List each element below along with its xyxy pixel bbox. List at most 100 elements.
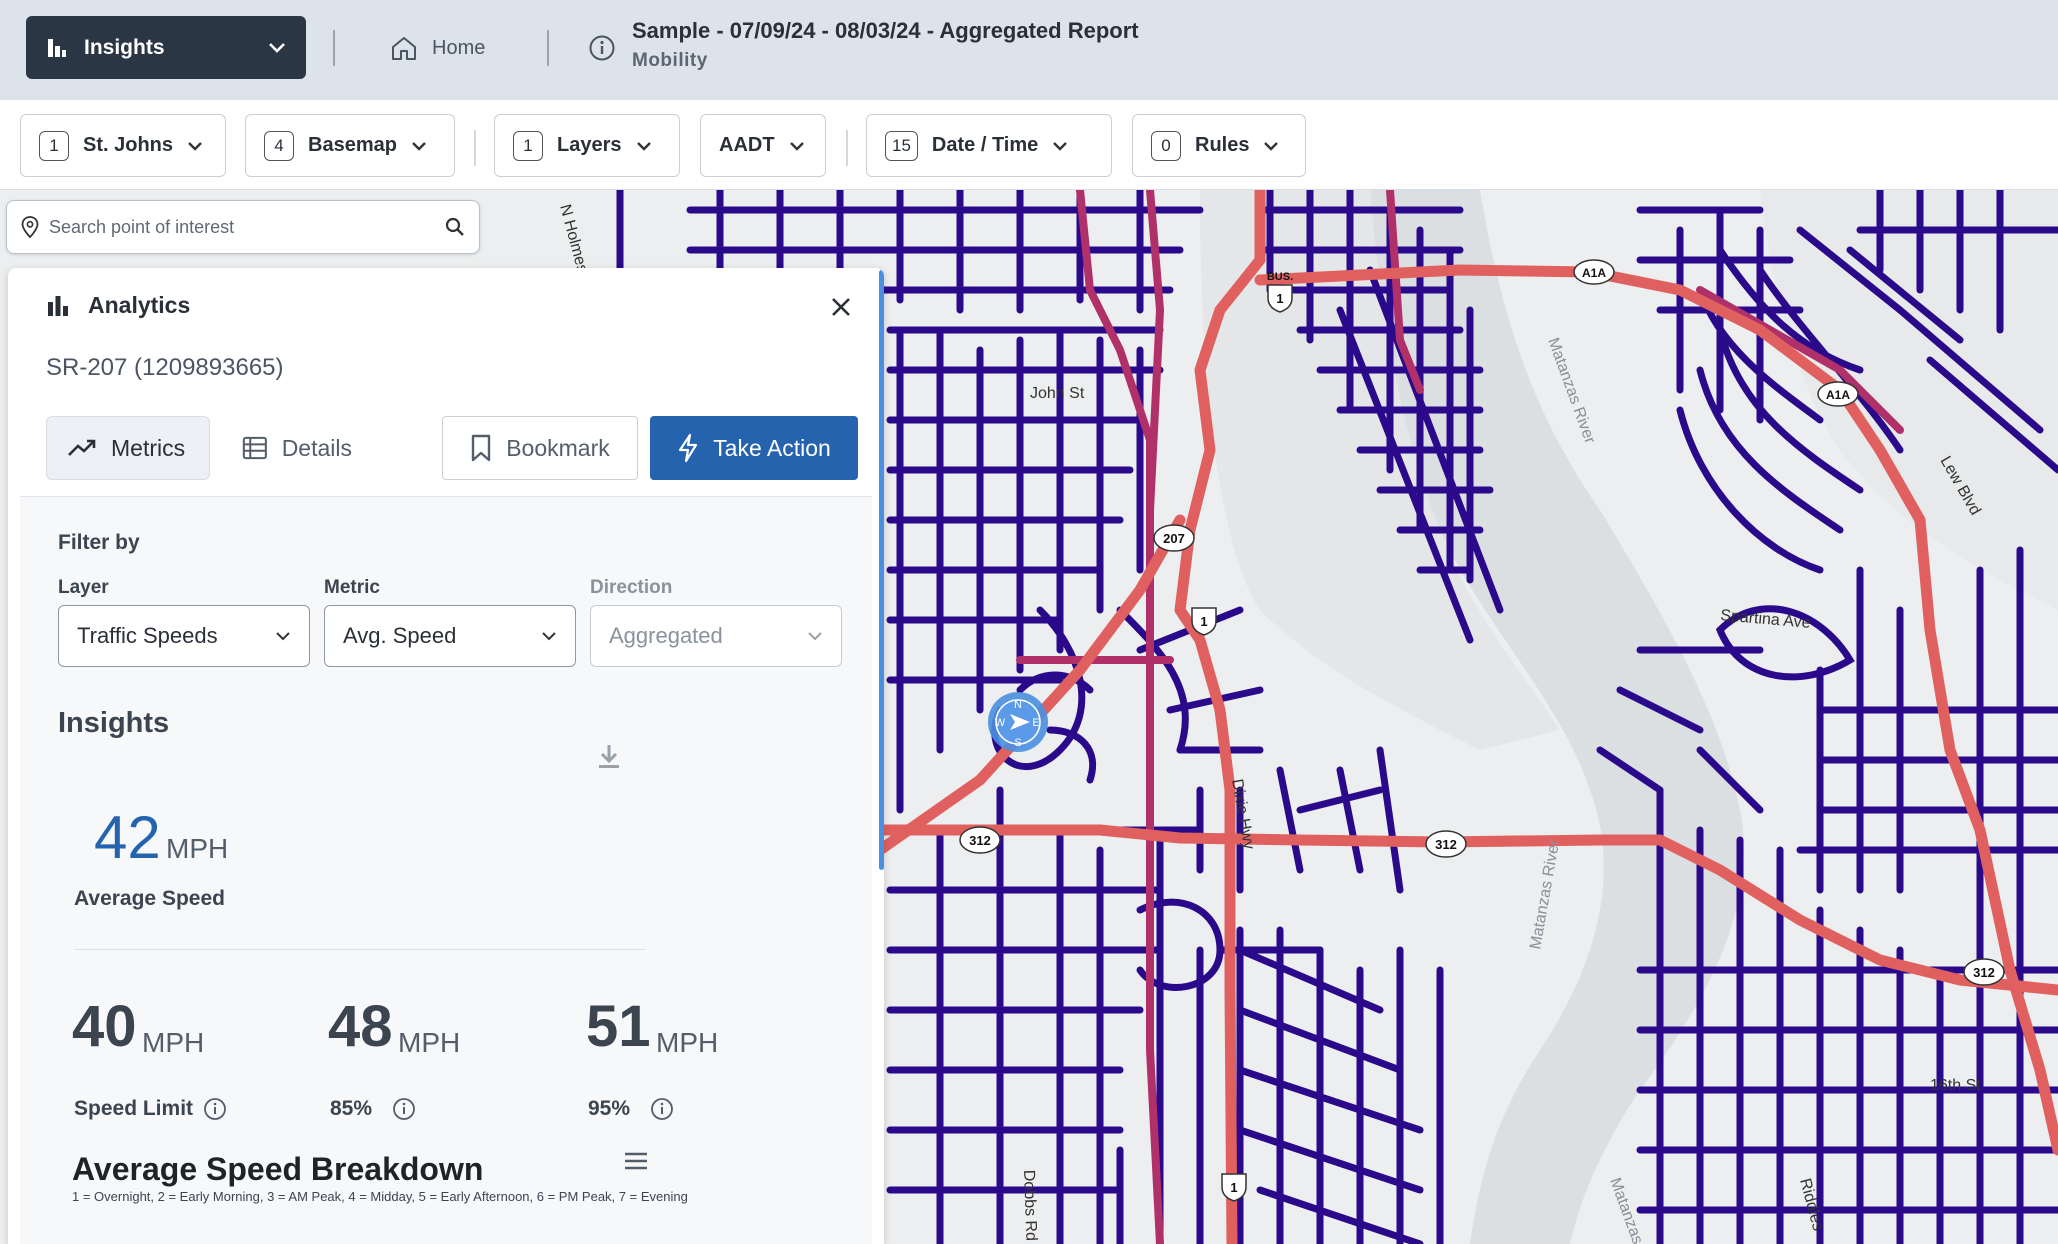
filter-chip-label: Date / Time [931, 134, 1039, 156]
chevron-down-icon [269, 42, 285, 53]
divider [547, 30, 549, 66]
compass-marker[interactable]: N E S W [988, 692, 1048, 752]
filter-chip-basemap[interactable]: 4 Basemap [245, 114, 455, 177]
p85-speed-unit: MPH [398, 1027, 461, 1058]
lightning-icon [679, 433, 698, 463]
label-n-holmes: N Holmes [556, 203, 591, 275]
take-action-label: Take Action [713, 434, 831, 461]
trend-up-icon [68, 439, 96, 456]
bar-chart-icon [48, 38, 66, 57]
filter-count-badge: 4 [264, 130, 294, 161]
label-dobbs-rd: Dobbs Rd [1020, 1170, 1039, 1242]
bookmark-icon [472, 434, 491, 462]
chevron-down-icon [789, 141, 804, 151]
filter-chip-layers[interactable]: 1 Layers [494, 114, 680, 177]
metric-select-value: Avg. Speed [343, 623, 457, 648]
poi-search-input[interactable] [49, 216, 445, 238]
chevron-down-icon [808, 632, 822, 641]
p85-label-row: 85% [330, 1097, 416, 1121]
close-icon[interactable] [826, 292, 856, 322]
average-speed-value: 42 [94, 804, 161, 871]
tab-metrics-label: Metrics [111, 434, 186, 461]
segment-name: SR-207 (1209893665) [46, 354, 284, 381]
shield-us1-middle: 1 [1191, 607, 1217, 636]
chevron-down-icon [636, 141, 651, 151]
p95-label-row: 95% [588, 1097, 674, 1121]
average-speed-label: Average Speed [74, 887, 225, 910]
label-matanzas-river-2: Matanzas River [1527, 838, 1563, 951]
filter-count-badge: 1 [513, 130, 543, 161]
filter-chip-aadt[interactable]: AADT [700, 114, 826, 177]
shield-sr312-east: 312 [1963, 958, 2005, 986]
info-icon[interactable] [650, 1097, 674, 1121]
svg-text:312: 312 [969, 833, 991, 848]
chevron-down-icon [188, 141, 202, 151]
filter-chip-label: Rules [1195, 134, 1250, 156]
layer-select-value: Traffic Speeds [77, 623, 218, 648]
chevron-down-icon [1053, 141, 1068, 151]
home-icon [392, 37, 416, 60]
svg-text:N: N [1014, 699, 1022, 711]
chevron-down-icon [276, 632, 290, 641]
label-john-st: John St [1030, 385, 1085, 402]
layer-select[interactable]: Traffic Speeds [58, 605, 310, 667]
chevron-down-icon [542, 632, 556, 641]
svg-text:A1A: A1A [1826, 388, 1850, 402]
metric-select[interactable]: Avg. Speed [324, 605, 576, 667]
tab-details[interactable]: Details [222, 416, 372, 480]
svg-text:1: 1 [1200, 614, 1207, 629]
breakdown-title: Average Speed Breakdown [72, 1151, 484, 1187]
chevron-down-icon [1264, 141, 1279, 151]
svg-text:A1A: A1A [1582, 266, 1606, 280]
filter-chip-region[interactable]: 1 St. Johns [20, 114, 226, 177]
divider [74, 949, 646, 950]
breakdown-legend: 1 = Overnight, 2 = Early Morning, 3 = AM… [72, 1189, 688, 1204]
divider [846, 130, 848, 166]
download-icon[interactable] [596, 743, 622, 771]
tab-details-label: Details [281, 434, 352, 461]
divider [333, 30, 335, 66]
filter-count-badge: 1 [39, 130, 69, 161]
speed-limit-label: Speed Limit [74, 1097, 194, 1120]
bookmark-label: Bookmark [506, 434, 610, 461]
p95-speed-unit: MPH [656, 1027, 719, 1058]
home-link[interactable]: Home [390, 30, 485, 66]
p85-label: 85% [330, 1097, 373, 1120]
insights-menu-button[interactable]: Insights [26, 16, 306, 79]
search-icon[interactable] [445, 217, 465, 237]
park-area [1760, 190, 2058, 610]
label-matanzas-river-1: Matanzas River [1544, 336, 1598, 447]
top-bar: Insights Home Sample - 07/09/24 - 08/03/… [0, 0, 2058, 100]
location-pin-icon [21, 216, 39, 238]
analytics-panel: Analytics SR-207 (1209893665) Metrics De… [8, 268, 884, 1244]
svg-text:BUS.: BUS. [1267, 271, 1293, 283]
report-title: Sample - 07/09/24 - 08/03/24 - Aggregate… [632, 18, 1139, 43]
p85-speed-value: 48 [328, 994, 393, 1059]
filter-chip-label: St. Johns [83, 134, 174, 156]
svg-text:W: W [995, 717, 1006, 729]
shield-sr312-middle: 312 [1425, 830, 1467, 858]
p95-speed-value: 51 [586, 994, 651, 1059]
hamburger-menu-icon[interactable] [624, 1151, 648, 1171]
filter-count-badge: 0 [1151, 130, 1181, 161]
bookmark-button[interactable]: Bookmark [442, 416, 638, 480]
shield-sr207: 207 [1153, 524, 1195, 552]
shield-us1-south: 1 [1221, 1173, 1247, 1202]
shield-sr312-west: 312 [959, 826, 1001, 854]
info-icon[interactable] [588, 34, 616, 62]
take-action-button[interactable]: Take Action [650, 416, 858, 480]
filter-chip-rules[interactable]: 0 Rules [1132, 114, 1306, 177]
panel-title: Analytics [88, 292, 191, 318]
filter-chip-date-time[interactable]: 15 Date / Time [866, 114, 1112, 177]
filter-by-heading: Filter by [58, 531, 140, 554]
poi-search-box [6, 200, 480, 254]
filter-chip-label: Layers [557, 134, 622, 156]
panel-header: Analytics [46, 292, 190, 319]
info-icon[interactable] [392, 1097, 416, 1121]
tab-metrics[interactable]: Metrics [46, 416, 210, 480]
direction-select[interactable]: Aggregated [590, 605, 842, 667]
direction-select-value: Aggregated [609, 623, 723, 648]
filter-bar: 1 St. Johns 4 Basemap 1 Layers AADT 15 D… [0, 100, 2058, 190]
insights-menu-label: Insights [84, 35, 165, 59]
info-icon[interactable] [203, 1097, 227, 1121]
